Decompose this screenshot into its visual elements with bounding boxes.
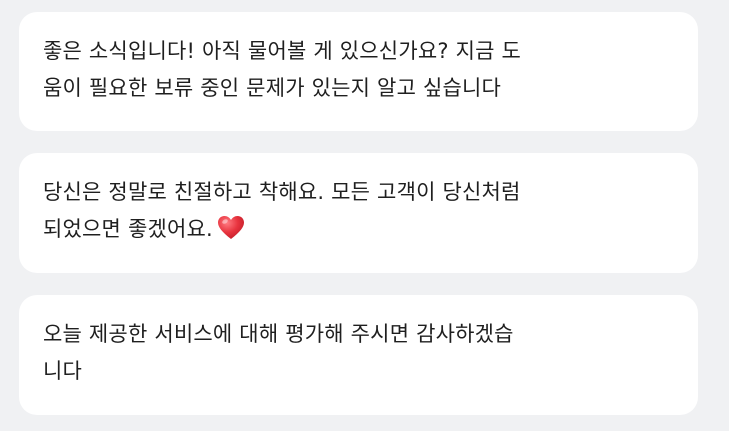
message-text-segment: 되었으면 좋겠어요.: [43, 217, 213, 241]
message-bubble: 오늘 제공한 서비스에 대해 평가해 주시면 감사하겠습 니다: [19, 295, 698, 415]
message-text-line: 좋은 소식입니다! 아직 물어볼 게 있으신가요? 지금 도: [43, 39, 522, 63]
message-text-line: 되었으면 좋겠어요.: [43, 211, 674, 248]
message-bubble: 당신은 정말로 친절하고 착해요. 모든 고객이 당신처럼 되었으면 좋겠어요.: [19, 153, 698, 273]
message-text-line: 당신은 정말로 친절하고 착해요. 모든 고객이 당신처럼: [43, 180, 521, 204]
chat-thread: 좋은 소식입니다! 아직 물어볼 게 있으신가요? 지금 도 움이 필요한 보류…: [0, 0, 729, 431]
heart-icon: [217, 216, 244, 239]
message-text-line: 오늘 제공한 서비스에 대해 평가해 주시면 감사하겠습: [43, 322, 514, 346]
message-text-line: 움이 필요한 보류 중인 문제가 있는지 알고 싶습니다: [43, 76, 502, 100]
message-text-line: 니다: [43, 359, 83, 383]
message-bubble: 좋은 소식입니다! 아직 물어볼 게 있으신가요? 지금 도 움이 필요한 보류…: [19, 12, 698, 131]
